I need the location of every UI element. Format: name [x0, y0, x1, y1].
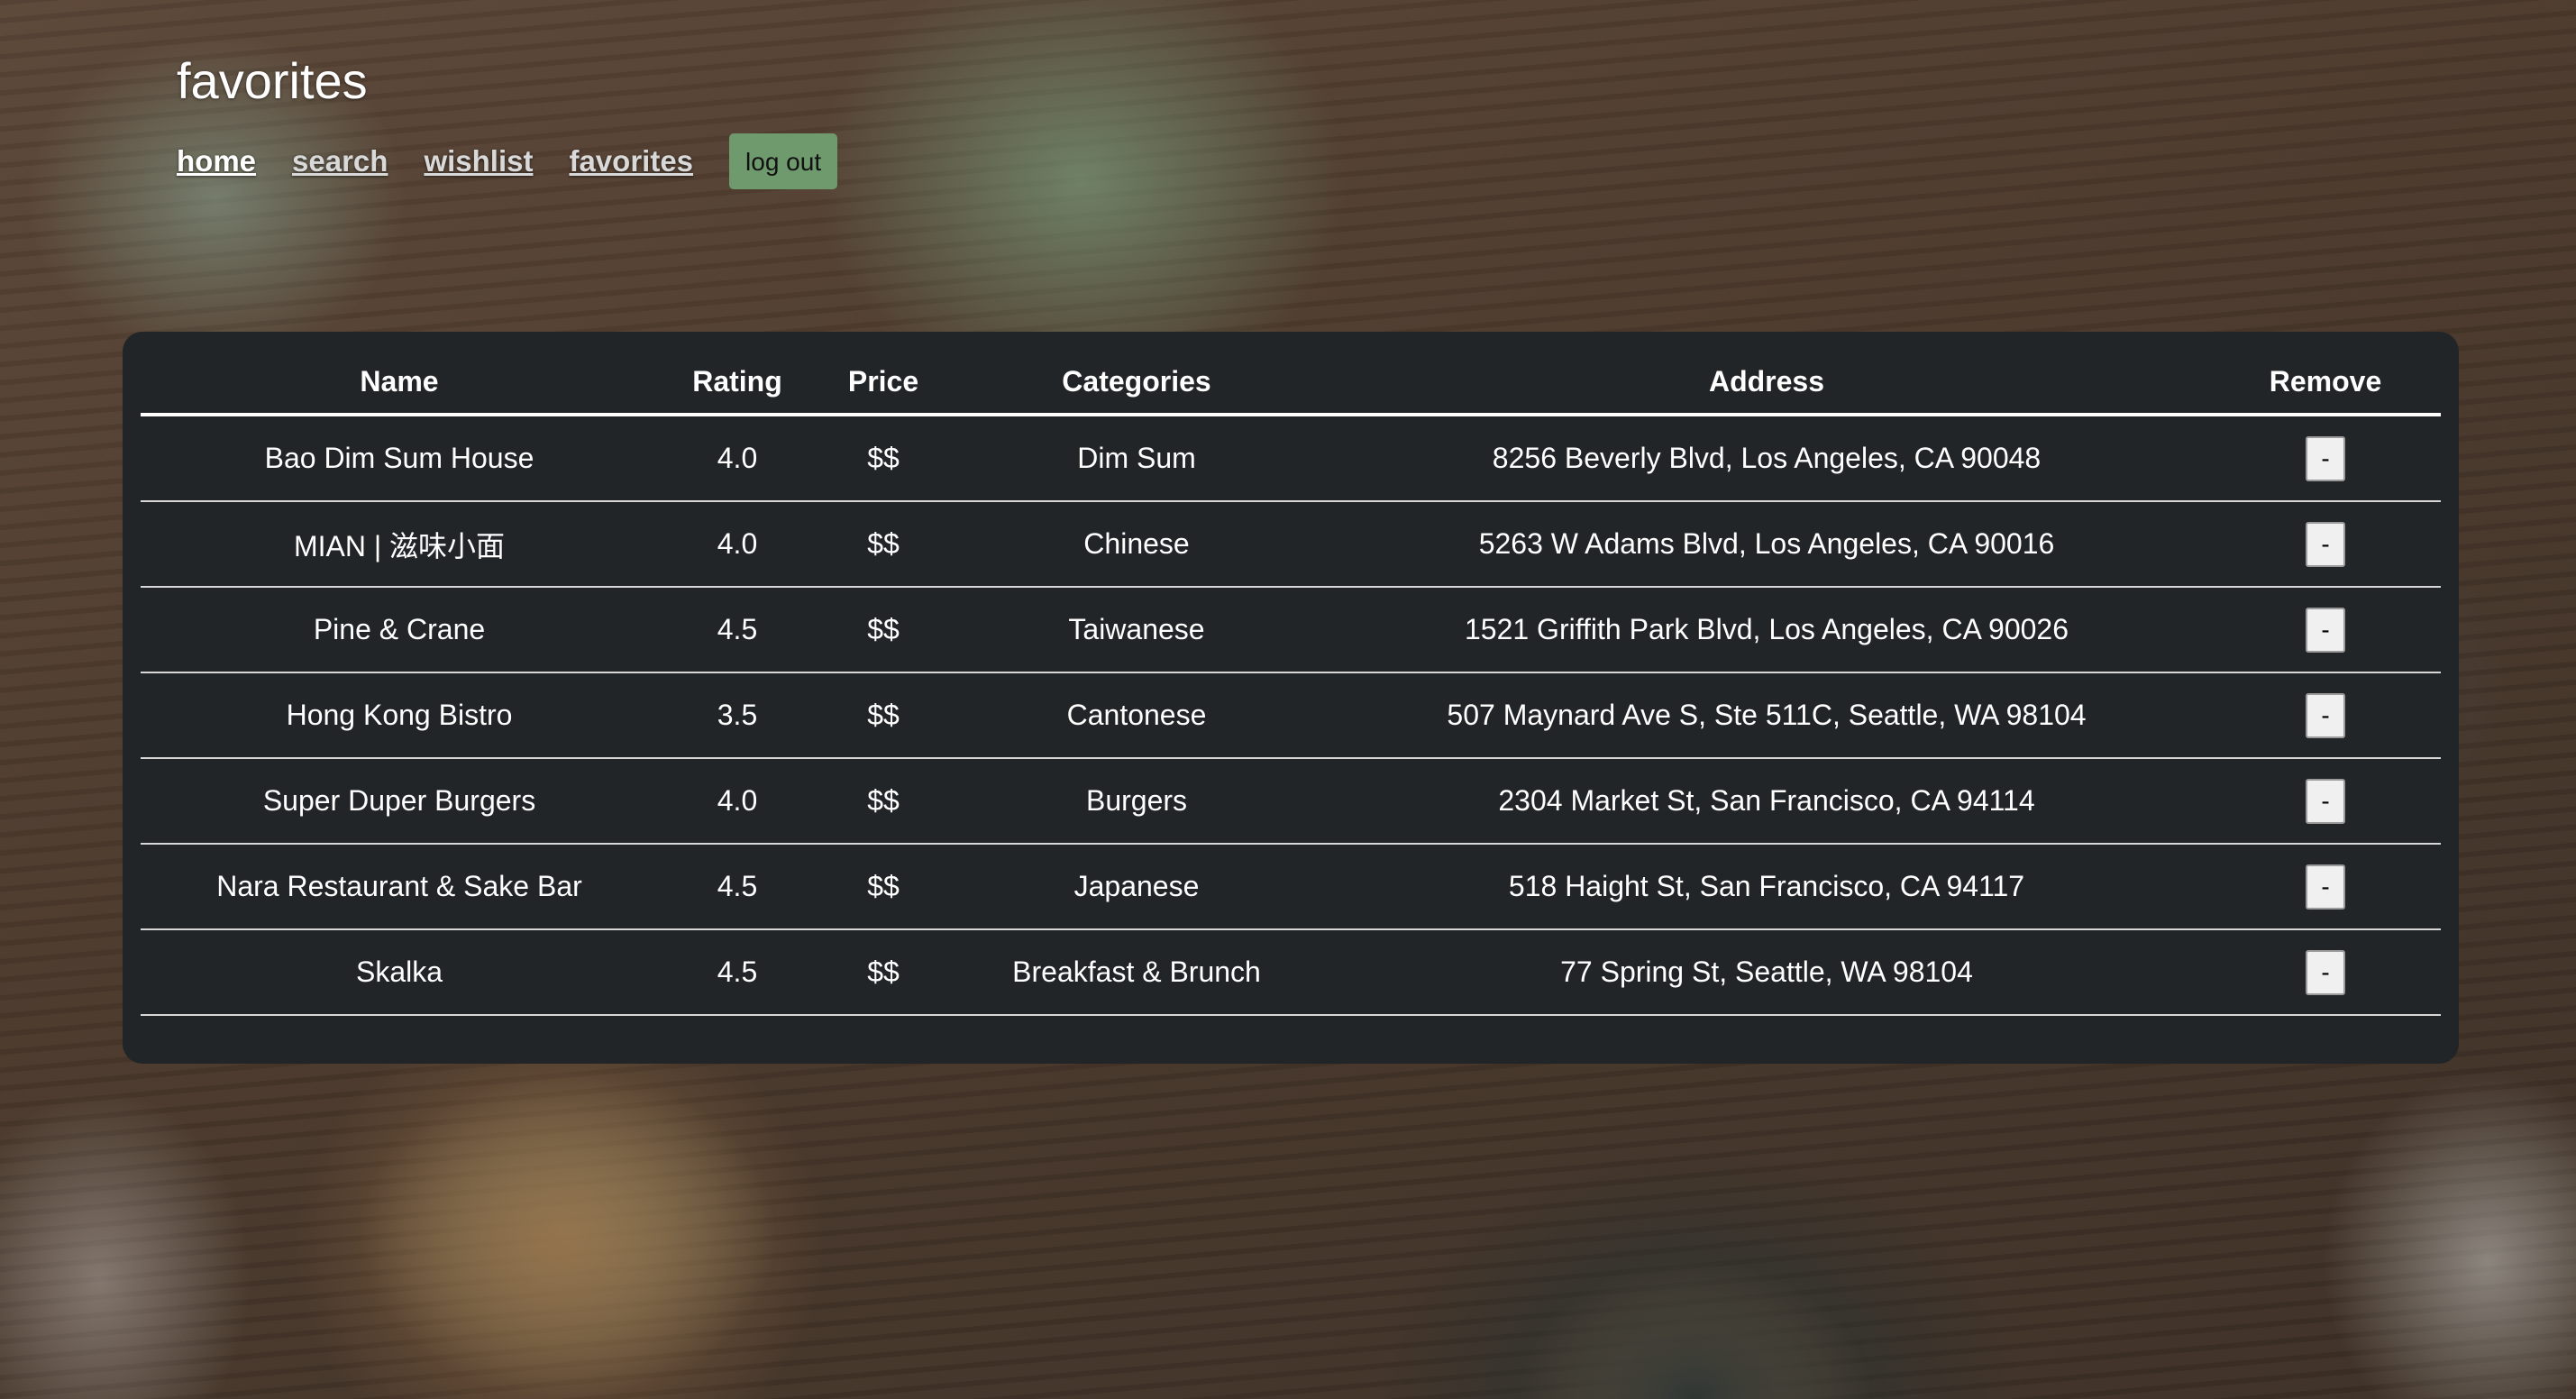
restaurant-rating: 3.5	[658, 672, 817, 759]
restaurant-rating: 4.5	[658, 929, 817, 1016]
favorites-table: Name Rating Price Categories Address Rem…	[141, 350, 2441, 1016]
remove-cell: -	[2210, 587, 2441, 673]
restaurant-name: Hong Kong Bistro	[141, 672, 658, 759]
restaurant-name: Pine & Crane	[141, 587, 658, 673]
restaurant-name: Skalka	[141, 929, 658, 1016]
restaurant-categories: Taiwanese	[950, 587, 1323, 673]
table-row: Nara Restaurant & Sake Bar 4.5 $$ Japane…	[141, 844, 2441, 930]
column-header-remove: Remove	[2210, 350, 2441, 416]
column-header-categories: Categories	[950, 350, 1323, 416]
restaurant-name: Bao Dim Sum House	[141, 415, 658, 502]
restaurant-name: Nara Restaurant & Sake Bar	[141, 844, 658, 930]
remove-button[interactable]: -	[2306, 435, 2345, 481]
page-title: favorites	[177, 52, 368, 109]
remove-cell: -	[2210, 415, 2441, 502]
restaurant-categories: Chinese	[950, 501, 1323, 588]
remove-button[interactable]: -	[2306, 607, 2345, 653]
favorites-panel: Name Rating Price Categories Address Rem…	[123, 332, 2459, 1064]
remove-cell: -	[2210, 672, 2441, 759]
table-row: Hong Kong Bistro 3.5 $$ Cantonese 507 Ma…	[141, 672, 2441, 759]
restaurant-name: Super Duper Burgers	[141, 758, 658, 845]
restaurant-address: 518 Haight St, San Francisco, CA 94117	[1323, 844, 2210, 930]
restaurant-price: $$	[817, 929, 950, 1016]
remove-cell: -	[2210, 758, 2441, 845]
restaurant-price: $$	[817, 587, 950, 673]
restaurant-address: 5263 W Adams Blvd, Los Angeles, CA 90016	[1323, 501, 2210, 588]
restaurant-name: MIAN | 滋味小面	[141, 501, 658, 588]
main-nav: home search wishlist favorites log out	[177, 133, 838, 189]
column-header-name: Name	[141, 350, 658, 416]
remove-button[interactable]: -	[2306, 521, 2345, 567]
remove-cell: -	[2210, 844, 2441, 930]
column-header-price: Price	[817, 350, 950, 416]
table-row: Pine & Crane 4.5 $$ Taiwanese 1521 Griff…	[141, 587, 2441, 673]
page-header: favorites	[177, 56, 368, 106]
table-row: Skalka 4.5 $$ Breakfast & Brunch 77 Spri…	[141, 929, 2441, 1016]
column-header-rating: Rating	[658, 350, 817, 416]
restaurant-price: $$	[817, 672, 950, 759]
remove-cell: -	[2210, 501, 2441, 588]
restaurant-price: $$	[817, 758, 950, 845]
restaurant-rating: 4.0	[658, 758, 817, 845]
restaurant-address: 1521 Griffith Park Blvd, Los Angeles, CA…	[1323, 587, 2210, 673]
table-header-row: Name Rating Price Categories Address Rem…	[141, 350, 2441, 416]
restaurant-rating: 4.0	[658, 501, 817, 588]
logout-button[interactable]: log out	[729, 133, 838, 189]
restaurant-categories: Cantonese	[950, 672, 1323, 759]
restaurant-price: $$	[817, 844, 950, 930]
restaurant-categories: Burgers	[950, 758, 1323, 845]
restaurant-address: 8256 Beverly Blvd, Los Angeles, CA 90048	[1323, 415, 2210, 502]
restaurant-categories: Dim Sum	[950, 415, 1323, 502]
restaurant-categories: Japanese	[950, 844, 1323, 930]
restaurant-address: 507 Maynard Ave S, Ste 511C, Seattle, WA…	[1323, 672, 2210, 759]
table-row: MIAN | 滋味小面 4.0 $$ Chinese 5263 W Adams …	[141, 501, 2441, 588]
restaurant-rating: 4.0	[658, 415, 817, 502]
nav-link-home[interactable]: home	[177, 144, 256, 178]
restaurant-price: $$	[817, 501, 950, 588]
nav-link-favorites[interactable]: favorites	[569, 144, 693, 178]
nav-link-search[interactable]: search	[292, 144, 388, 178]
remove-button[interactable]: -	[2306, 949, 2345, 995]
restaurant-rating: 4.5	[658, 587, 817, 673]
column-header-address: Address	[1323, 350, 2210, 416]
remove-button[interactable]: -	[2306, 692, 2345, 738]
nav-link-wishlist[interactable]: wishlist	[424, 144, 533, 178]
restaurant-rating: 4.5	[658, 844, 817, 930]
remove-button[interactable]: -	[2306, 864, 2345, 910]
restaurant-address: 77 Spring St, Seattle, WA 98104	[1323, 929, 2210, 1016]
table-row: Bao Dim Sum House 4.0 $$ Dim Sum 8256 Be…	[141, 415, 2441, 502]
restaurant-price: $$	[817, 415, 950, 502]
remove-cell: -	[2210, 929, 2441, 1016]
table-row: Super Duper Burgers 4.0 $$ Burgers 2304 …	[141, 758, 2441, 845]
remove-button[interactable]: -	[2306, 778, 2345, 824]
restaurant-categories: Breakfast & Brunch	[950, 929, 1323, 1016]
restaurant-address: 2304 Market St, San Francisco, CA 94114	[1323, 758, 2210, 845]
